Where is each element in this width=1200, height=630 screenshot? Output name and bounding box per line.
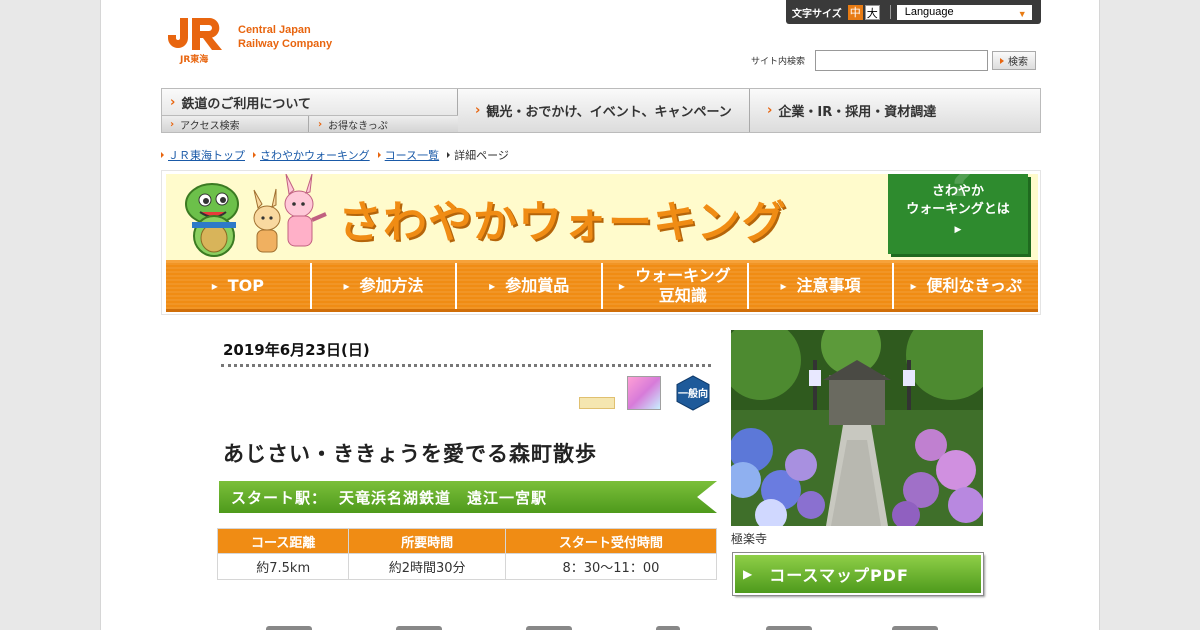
company-name: Central Japan Railway Company <box>238 23 332 51</box>
search-input[interactable] <box>815 50 989 71</box>
page-container: 文字サイズ 中 大 Language ▼ Central Japan Railw… <box>100 0 1100 630</box>
bottom-tab[interactable] <box>766 626 812 630</box>
start-station-bar: スタート駅： 天竜浜名湖鉄道 遠江一宮駅 <box>219 481 717 513</box>
arrow-right-icon: › <box>170 118 175 130</box>
arrow-right-icon: › <box>475 103 481 118</box>
table-header: 所要時間 <box>348 528 506 554</box>
event-date: 2019年6月23日(日) <box>223 341 370 359</box>
course-icons: 一般向 <box>579 375 719 411</box>
nav-railway-label: 鉄道のご利用について <box>181 96 311 112</box>
text-size-label: 文字サイズ <box>792 8 842 20</box>
breadcrumb: ＪＲ東海トップ さわやかウォーキング コース一覧 詳細ページ <box>161 147 517 163</box>
table-header: コース距離 <box>216 528 350 554</box>
table-cell-reception-time: 8：30～11：00 <box>504 553 718 580</box>
table-header: スタート受付時間 <box>504 528 718 554</box>
language-select-label: Language <box>904 5 954 18</box>
search-label: サイト内検索 <box>751 57 806 67</box>
subnav-top[interactable]: TOP <box>166 263 312 309</box>
about-walking-button[interactable]: ? さわやか ウォーキングとは ▶ <box>888 154 1028 254</box>
general-level-icon: 一般向 <box>676 375 710 411</box>
nav-tickets[interactable]: › お得なきっぷ <box>310 116 458 132</box>
subnav-walking-tips[interactable]: ウォーキング豆知識 <box>603 263 749 309</box>
site-search: サイト内検索 検索 <box>751 50 1037 71</box>
nav-corporate-label: 企業・IR・採用・資材調達 <box>778 105 937 120</box>
language-select[interactable]: Language ▼ <box>896 4 1032 20</box>
walking-sub-nav: TOP 参加方法 参加賞品 ウォーキング豆知識 注意事項 便利なきっぷ <box>166 260 1039 312</box>
bottom-tab[interactable] <box>526 626 572 630</box>
subnav-prizes[interactable]: 参加賞品 <box>457 263 604 309</box>
course-map-pdf-label: コースマップPDF <box>769 566 909 585</box>
photo-caption: 極楽寺 <box>731 532 768 546</box>
health-badge-icon <box>579 397 615 409</box>
nav-access-label: アクセス検索 <box>180 120 240 132</box>
table-header-row: コース距離 所要時間 スタート受付時間 <box>216 528 718 554</box>
temple-photo-image <box>731 330 983 526</box>
walking-banner: さわやかウォーキング ? さわやか ウォーキングとは ▶ TOP 参加方法 参加… <box>161 154 1041 315</box>
subnav-precautions[interactable]: 注意事項 <box>748 263 895 309</box>
start-station-value: 天竜浜名湖鉄道 遠江一宮駅 <box>339 488 548 507</box>
cube-icon <box>627 376 661 410</box>
company-name-line1: Central Japan <box>238 24 311 36</box>
course-info-table: コース距離 所要時間 スタート受付時間 約7.5km 約2時間30分 8：30～… <box>216 528 718 580</box>
jr-tokai-label: JR東海 <box>180 55 209 65</box>
text-size-medium-button[interactable]: 中 <box>847 4 863 20</box>
divider <box>889 5 891 19</box>
table-row: 約7.5km 約2時間30分 8：30～11：00 <box>216 553 718 580</box>
arrow-right-icon: ▶ <box>743 567 754 581</box>
arrow-right-icon: › <box>767 103 773 118</box>
breadcrumb-link-jr-top[interactable]: ＪＲ東海トップ <box>168 147 245 163</box>
search-button-label: 検索 <box>1008 57 1029 68</box>
dotted-divider <box>221 364 711 367</box>
bottom-tab[interactable] <box>656 626 680 630</box>
subnav-walking-tips-label: ウォーキング豆知識 <box>635 266 731 305</box>
nav-tourism[interactable]: › 観光・おでかけ、イベント、キャンペーン <box>459 89 750 132</box>
bottom-tab[interactable] <box>396 626 442 630</box>
bottom-tabs-partial <box>266 626 966 630</box>
course-title: あじさい・ききょうを愛でる森町散歩 <box>223 442 597 466</box>
breadcrumb-item: コース一覧 <box>378 147 439 163</box>
nav-tickets-label: お得なきっぷ <box>328 120 388 132</box>
mascot-illustration-icon <box>185 174 327 257</box>
arrow-right-icon: › <box>170 94 176 110</box>
arrow-right-icon: › <box>318 118 323 130</box>
breadcrumb-current: 詳細ページ <box>447 147 509 163</box>
chevron-down-icon: ▼ <box>1017 8 1027 19</box>
table-cell-duration: 約2時間30分 <box>348 553 506 580</box>
banner-title: さわやかウォーキング <box>338 197 787 248</box>
bottom-tab[interactable] <box>892 626 938 630</box>
subnav-tickets[interactable]: 便利なきっぷ <box>894 263 1039 309</box>
text-size-large-button[interactable]: 大 <box>864 4 880 20</box>
bottom-tab[interactable] <box>266 626 312 630</box>
course-map-pdf-button[interactable]: ▶ コースマップPDF <box>732 552 984 596</box>
breadcrumb-link-walking[interactable]: さわやかウォーキング <box>260 147 370 163</box>
nav-tourism-label: 観光・おでかけ、イベント、キャンペーン <box>486 105 732 120</box>
table-cell-distance: 約7.5km <box>216 553 350 580</box>
general-level-label: 一般向 <box>678 387 708 400</box>
nav-railway-group: › 鉄道のご利用について › アクセス検索 › お得なきっぷ <box>162 89 458 132</box>
breadcrumb-item: ＪＲ東海トップ <box>161 147 245 163</box>
start-station-label: スタート駅： <box>231 488 328 507</box>
global-nav: › 鉄道のご利用について › アクセス検索 › お得なきっぷ › 観光・おでかけ、イベン… <box>161 88 1041 133</box>
jr-logo-icon <box>168 18 222 50</box>
jr-central-logo[interactable]: Central Japan Railway Company JR東海 <box>166 16 366 66</box>
course-photo <box>731 330 983 526</box>
arrow-right-icon: ▶ <box>954 225 962 235</box>
utility-bar: 文字サイズ 中 大 Language ▼ <box>786 0 1041 24</box>
breadcrumb-link-course-list[interactable]: コース一覧 <box>385 147 439 163</box>
company-name-line2: Railway Company <box>238 38 333 50</box>
search-button[interactable]: 検索 <box>992 51 1037 70</box>
banner-header: さわやかウォーキング ? さわやか ウォーキングとは ▶ <box>166 154 1038 260</box>
nav-access-search[interactable]: › アクセス検索 <box>162 116 309 132</box>
nav-railway[interactable]: › 鉄道のご利用について <box>162 89 458 116</box>
breadcrumb-item: さわやかウォーキング <box>253 147 370 163</box>
subnav-how-to-join[interactable]: 参加方法 <box>311 263 458 309</box>
nav-corporate[interactable]: › 企業・IR・採用・資材調達 <box>751 89 1040 132</box>
question-mark-icon: ? <box>946 150 976 208</box>
